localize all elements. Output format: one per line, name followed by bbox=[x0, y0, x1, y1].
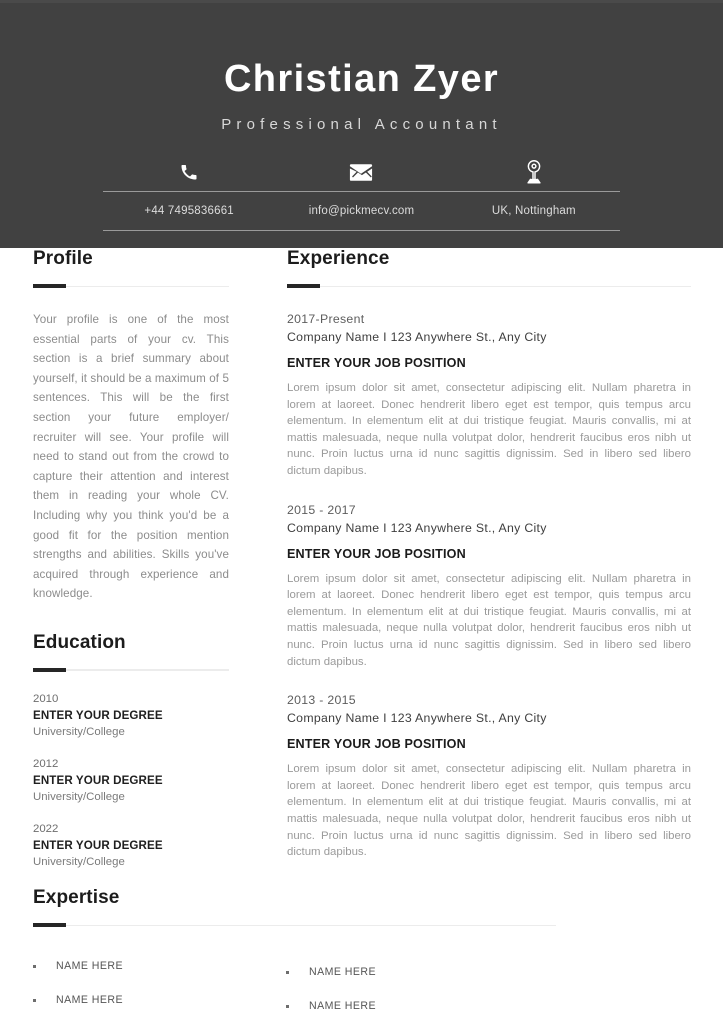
expertise-section: Expertise NAME HERE NAME HERE NAME HERE bbox=[33, 887, 556, 1024]
contact-email-value[interactable]: info@pickmecv.com bbox=[275, 205, 447, 217]
contact-icon-email-cell bbox=[275, 163, 447, 182]
contact-icon-row bbox=[103, 153, 620, 191]
list-item: NAME HERE bbox=[286, 955, 506, 989]
expertise-heading-rule bbox=[33, 923, 556, 927]
resume-header: Christian Zyer Professional Accountant +… bbox=[0, 3, 723, 248]
list-item: NAME HERE bbox=[33, 983, 253, 1017]
profile-heading-rule bbox=[33, 284, 229, 288]
education-item: 2012 ENTER YOUR DEGREE University/Colleg… bbox=[33, 756, 229, 806]
experience-position: ENTER YOUR JOB POSITION bbox=[287, 356, 466, 370]
left-column: Profile Your profile is one of the most … bbox=[33, 248, 229, 871]
phone-icon bbox=[179, 162, 199, 182]
contact-location-value[interactable]: UK, Nottingham bbox=[448, 205, 620, 217]
contact-phone-value[interactable]: +44 7495836661 bbox=[103, 205, 275, 217]
experience-position: ENTER YOUR JOB POSITION bbox=[287, 546, 466, 561]
experience-item: 2013 - 2015 Company Name I 123 Anywhere … bbox=[287, 691, 691, 861]
education-item: 2010 ENTER YOUR DEGREE University/Colleg… bbox=[33, 691, 229, 741]
rule-accent bbox=[33, 923, 66, 927]
expertise-label: NAME HERE bbox=[309, 1000, 377, 1012]
bullet-icon bbox=[33, 998, 36, 1002]
education-list: 2010 ENTER YOUR DEGREE University/Colleg… bbox=[33, 691, 229, 871]
experience-list: 2017-Present Company Name I 123 Anywhere… bbox=[287, 310, 691, 861]
resume-page: Christian Zyer Professional Accountant +… bbox=[0, 0, 723, 1024]
expertise-lists: NAME HERE NAME HERE NAME HERE NAME HERE bbox=[33, 949, 556, 1024]
education-section: Education 2010 ENTER YOUR DEGREE Univers… bbox=[33, 632, 229, 871]
expertise-label: NAME HERE bbox=[56, 994, 124, 1006]
list-item: NAME HERE bbox=[33, 949, 253, 983]
education-degree: ENTER YOUR DEGREE bbox=[33, 773, 163, 787]
education-school: University/College bbox=[33, 790, 125, 803]
experience-description: Lorem ipsum dolor sit amet, consectetur … bbox=[287, 572, 691, 668]
page-title: Christian Zyer bbox=[223, 58, 500, 100]
experience-period: 2017-Present bbox=[287, 312, 365, 326]
profile-section: Profile Your profile is one of the most … bbox=[33, 248, 229, 604]
profile-text: Your profile is one of the most essentia… bbox=[33, 313, 229, 601]
education-item: 2022 ENTER YOUR DEGREE University/Colleg… bbox=[33, 821, 229, 871]
education-year: 2010 bbox=[33, 692, 59, 705]
right-column: Experience 2017-Present Company Name I 1… bbox=[287, 248, 691, 861]
rule-accent bbox=[287, 284, 320, 288]
experience-company: Company Name I 123 Anywhere St., Any Cit… bbox=[287, 711, 547, 726]
experience-description: Lorem ipsum dolor sit amet, consectetur … bbox=[287, 763, 691, 859]
education-school: University/College bbox=[33, 725, 125, 738]
experience-company: Company Name I 123 Anywhere St., Any Cit… bbox=[287, 520, 547, 535]
experience-company: Company Name I 123 Anywhere St., Any Cit… bbox=[287, 330, 547, 344]
profile-heading: Profile bbox=[33, 248, 93, 269]
rule-thin bbox=[33, 924, 556, 926]
education-year: 2022 bbox=[33, 822, 59, 835]
rule-accent bbox=[33, 284, 66, 288]
contact-divider-bottom bbox=[103, 230, 620, 231]
experience-item: 2017-Present Company Name I 123 Anywhere… bbox=[287, 310, 691, 480]
bullet-icon bbox=[286, 970, 289, 974]
contact-icon-location-cell bbox=[448, 159, 620, 185]
expertise-heading: Expertise bbox=[33, 887, 120, 908]
education-degree: ENTER YOUR DEGREE bbox=[33, 838, 163, 852]
expertise-label: NAME HERE bbox=[309, 966, 377, 978]
education-degree: ENTER YOUR DEGREE bbox=[33, 708, 163, 722]
contact-bar: +44 7495836661 info@pickmecv.com UK, Not… bbox=[103, 153, 620, 231]
contact-value-row: +44 7495836661 info@pickmecv.com UK, Not… bbox=[103, 192, 620, 230]
rule-accent bbox=[33, 667, 66, 672]
experience-period: 2013 - 2015 bbox=[287, 693, 356, 708]
envelope-icon bbox=[349, 163, 373, 182]
experience-heading: Experience bbox=[287, 248, 390, 269]
education-year: 2012 bbox=[33, 757, 59, 770]
education-school: University/College bbox=[33, 855, 125, 868]
expertise-column-left: NAME HERE NAME HERE bbox=[33, 949, 253, 1017]
bullet-icon bbox=[33, 964, 36, 968]
job-title-subtitle: Professional Accountant bbox=[221, 116, 502, 133]
location-pin-icon bbox=[524, 159, 544, 185]
experience-description: Lorem ipsum dolor sit amet, consectetur … bbox=[287, 382, 691, 477]
experience-item: 2015 - 2017 Company Name I 123 Anywhere … bbox=[287, 501, 691, 671]
experience-period: 2015 - 2017 bbox=[287, 502, 356, 517]
rule-thin bbox=[287, 285, 691, 287]
expertise-column-right: NAME HERE NAME HERE bbox=[286, 955, 506, 1023]
education-heading: Education bbox=[33, 631, 126, 653]
contact-icon-phone-cell bbox=[103, 162, 275, 182]
education-heading-rule bbox=[33, 667, 229, 672]
experience-section: Experience 2017-Present Company Name I 1… bbox=[287, 248, 691, 861]
expertise-label: NAME HERE bbox=[56, 960, 124, 972]
list-item: NAME HERE bbox=[286, 989, 506, 1023]
bullet-icon bbox=[286, 1004, 289, 1008]
experience-heading-rule bbox=[287, 284, 691, 288]
experience-position: ENTER YOUR JOB POSITION bbox=[287, 737, 466, 752]
